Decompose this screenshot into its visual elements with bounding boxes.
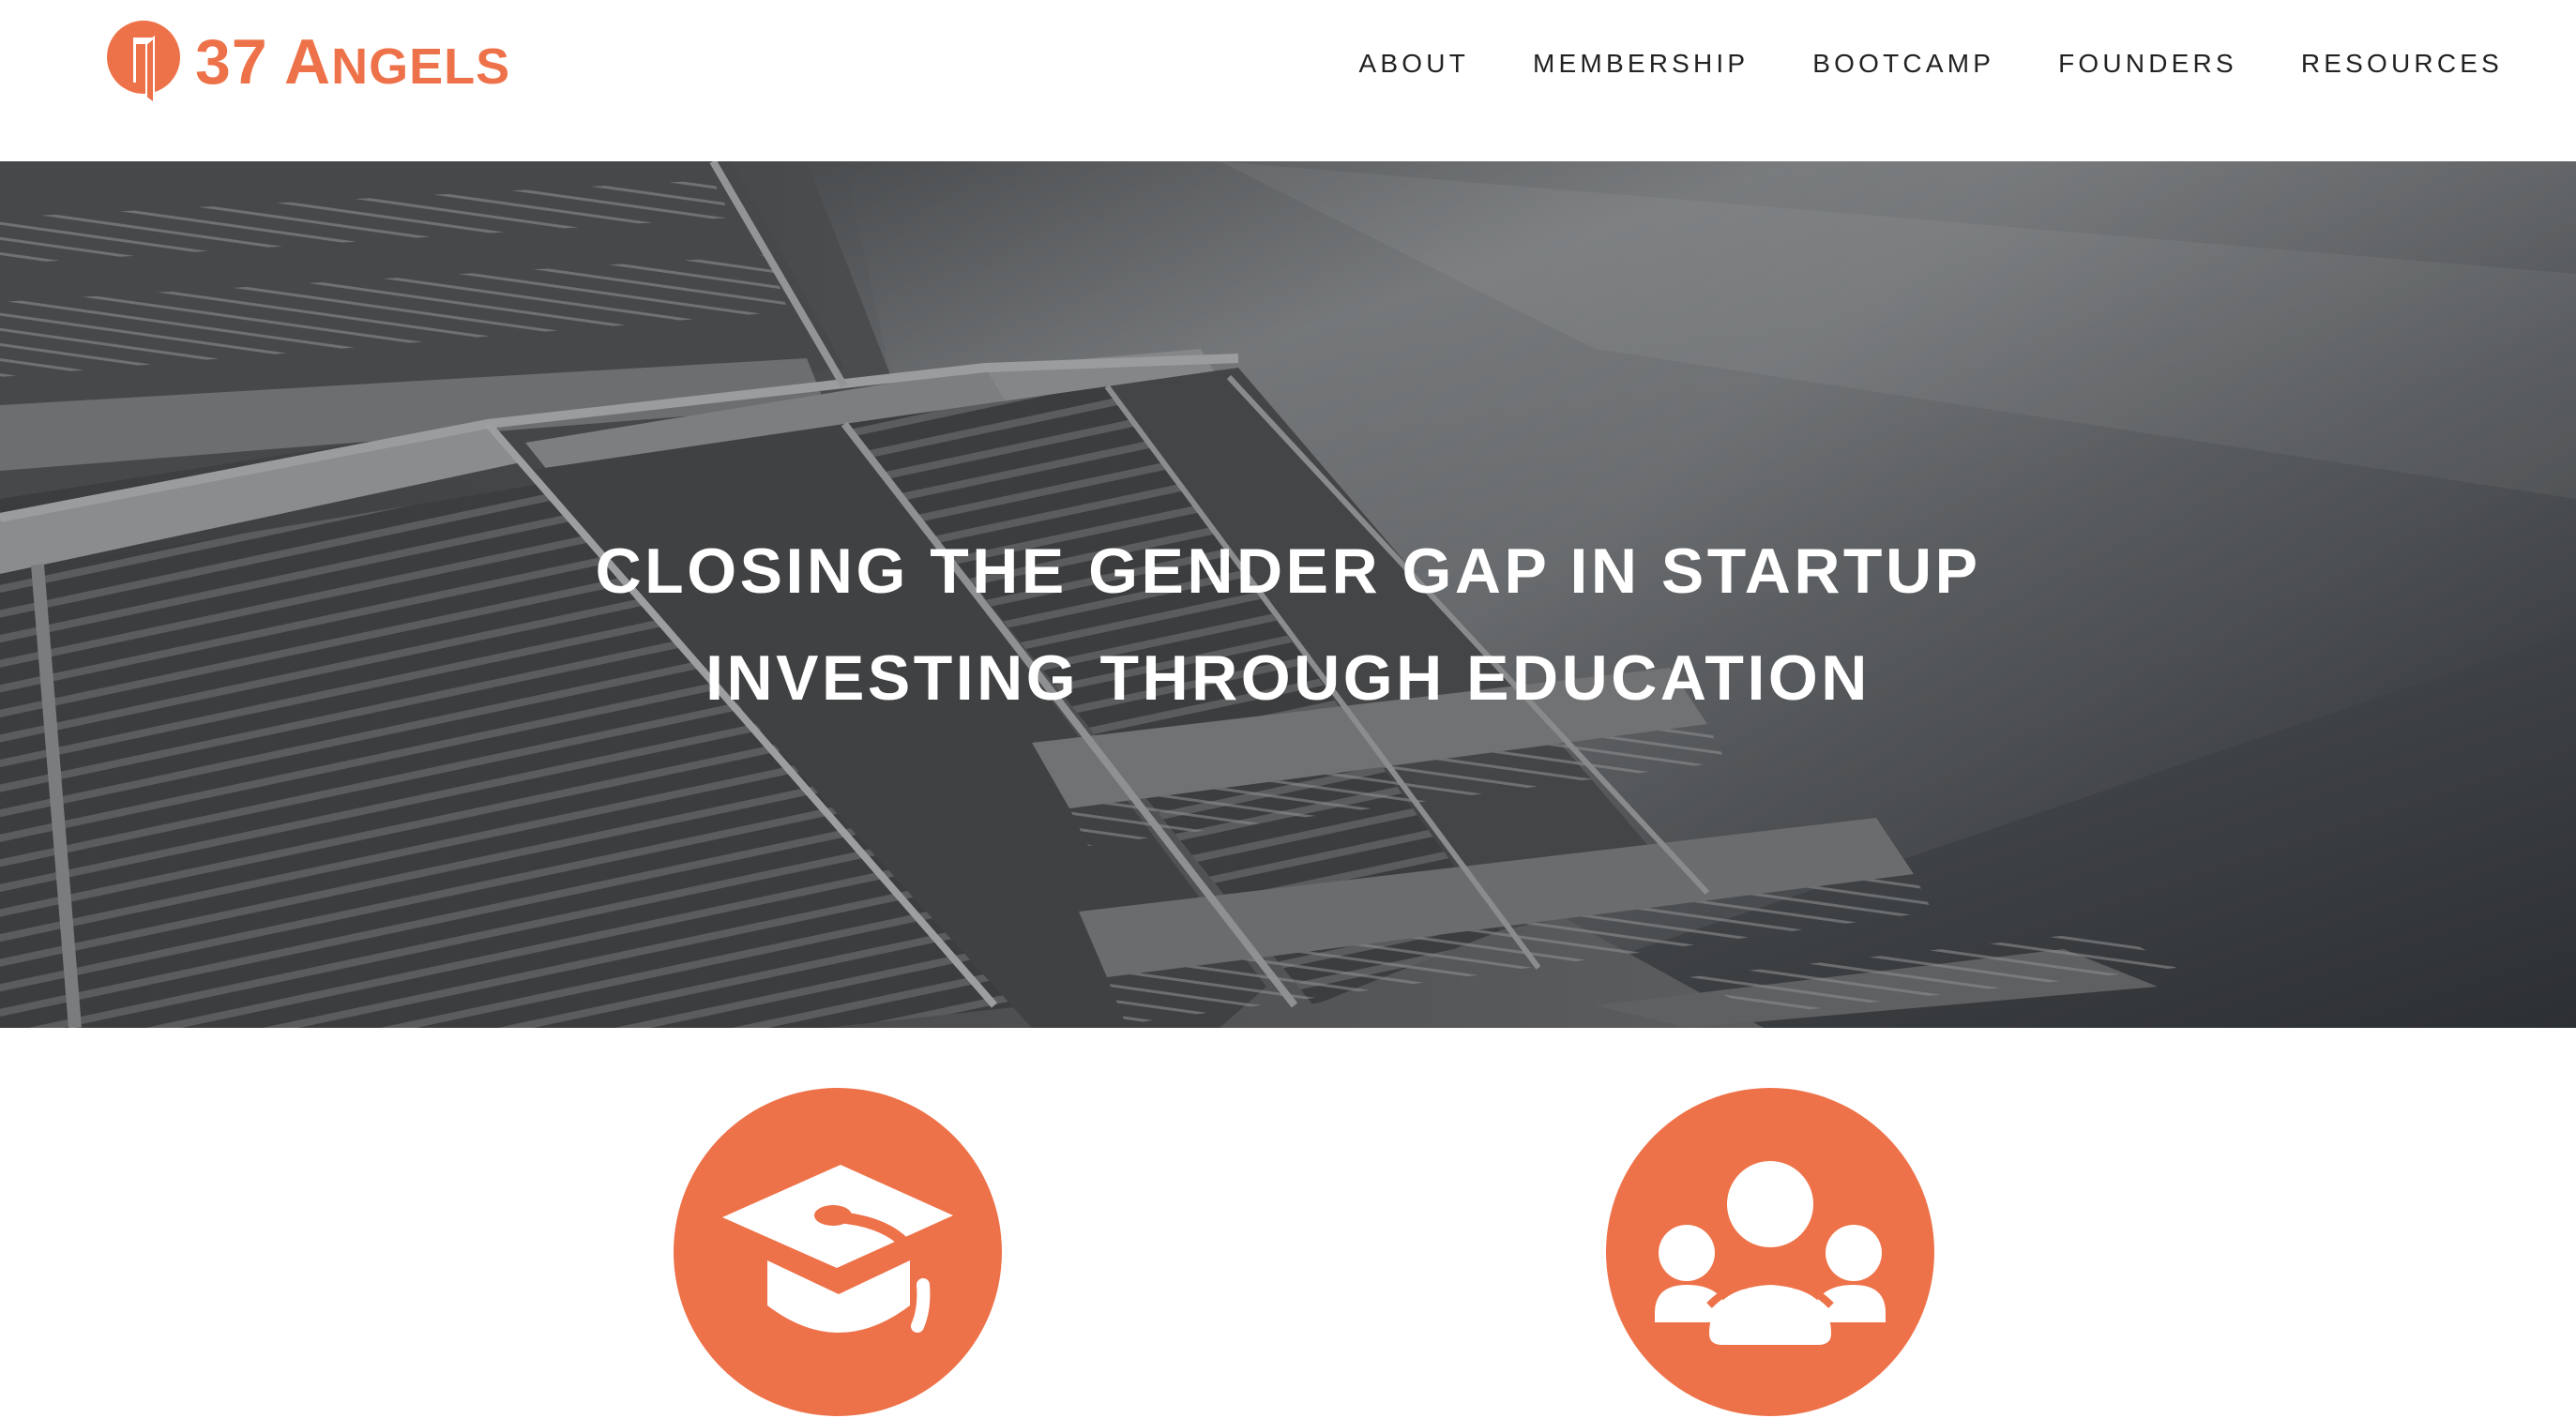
- hero-banner: CLOSING THE GENDER GAP IN STARTUP INVEST…: [0, 161, 2576, 1028]
- community-group-icon: [1655, 1161, 1886, 1345]
- site-logo[interactable]: 37 ANGELS: [105, 19, 510, 105]
- graduation-cap-icon: [722, 1165, 953, 1333]
- nav-item-founders[interactable]: FOUNDERS: [2058, 49, 2237, 79]
- nav-item-resources[interactable]: RESOURCES: [2301, 49, 2503, 79]
- nav-item-membership[interactable]: MEMBERSHIP: [1533, 49, 1749, 79]
- main-nav: ABOUT MEMBERSHIP BOOTCAMP FOUNDERS RESOU…: [1296, 43, 2503, 84]
- hero-headline: CLOSING THE GENDER GAP IN STARTUP INVEST…: [0, 518, 2576, 732]
- nav-item-bootcamp[interactable]: BOOTCAMP: [1812, 49, 1994, 79]
- logo-text-part1: 37 A: [195, 26, 332, 98]
- nav-item-about[interactable]: ABOUT: [1359, 49, 1469, 79]
- features-section: [0, 1028, 2576, 1418]
- door-logo-icon: [107, 21, 180, 105]
- community-feature-circle: [1606, 1088, 1934, 1416]
- logo-wordmark: 37 ANGELS: [195, 30, 510, 94]
- hero-headline-line2: INVESTING THROUGH EDUCATION: [705, 642, 1871, 714]
- education-feature-circle: [674, 1088, 1002, 1416]
- site-header: 37 ANGELS ABOUT MEMBERSHIP BOOTCAMP FOUN…: [0, 0, 2576, 161]
- hero-headline-line1: CLOSING THE GENDER GAP IN STARTUP: [595, 536, 1981, 607]
- logo-text-part2: NGELS: [331, 38, 511, 95]
